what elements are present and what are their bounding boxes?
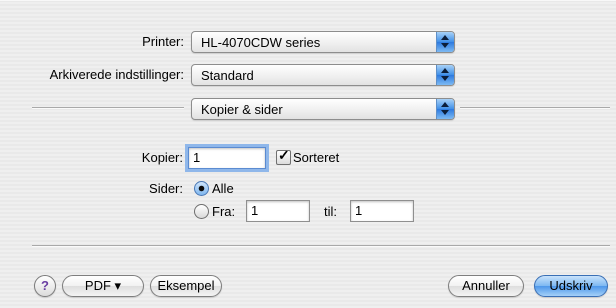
pages-to-label: til: [324,204,337,219]
pages-label: Sider: [149,181,183,196]
pages-all-radio[interactable] [194,181,209,196]
bottom-separator [32,245,610,247]
pages-to-input[interactable]: 1 [350,200,414,222]
pages-all-label: Alle [212,181,234,196]
pages-from-input[interactable]: 1 [246,200,310,222]
section-separator-right [460,107,610,109]
printer-label: Printer: [142,34,184,49]
printer-popup[interactable]: HL-4070CDW series [191,31,455,53]
pages-from-value: 1 [251,203,259,218]
print-dialog: Printer: HL-4070CDW series Arkiverede in… [0,0,616,308]
print-button[interactable]: Udskriv [534,275,608,297]
popup-arrows-icon [436,99,454,119]
section-popup-value: Kopier & sider [201,102,283,117]
cancel-button[interactable]: Annuller [448,275,524,297]
presets-popup-value: Standard [201,68,254,83]
section-separator-left [32,107,184,109]
pdf-button[interactable]: PDF ▾ [62,275,144,297]
copies-input[interactable]: 1 [188,147,266,169]
copies-input-value: 1 [193,150,201,165]
section-popup[interactable]: Kopier & sider [191,98,455,120]
popup-arrows-icon [436,32,454,52]
checkmark-icon: ✓ [278,147,290,163]
collate-label: Sorteret [293,150,340,165]
popup-arrows-icon [436,65,454,85]
copies-label: Kopier: [141,150,183,165]
top-edge [0,0,616,1]
collate-checkbox[interactable]: ✓ [276,147,291,165]
help-button[interactable]: ? [34,275,56,297]
pages-range-radio[interactable] [194,204,209,219]
pages-to-value: 1 [355,203,363,218]
printer-popup-value: HL-4070CDW series [201,35,321,50]
presets-popup[interactable]: Standard [191,64,455,86]
presets-label: Arkiverede indstillinger: [49,67,184,82]
pages-from-label: Fra: [212,204,236,219]
preview-button[interactable]: Eksempel [150,275,222,297]
